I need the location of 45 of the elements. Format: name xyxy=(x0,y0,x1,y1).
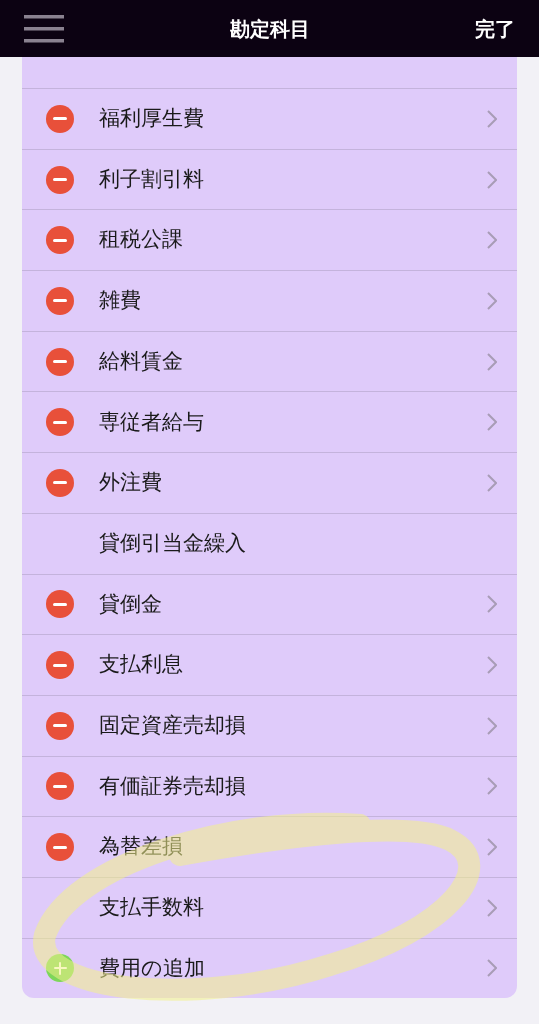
remove-icon[interactable] xyxy=(46,651,74,680)
list-row[interactable]: 支払手数料 xyxy=(22,876,517,938)
row-label: 支払手数料 xyxy=(99,894,205,922)
remove-icon[interactable] xyxy=(46,711,74,740)
row-label: 費用の追加 xyxy=(99,954,206,982)
done-button[interactable]: 完了 xyxy=(475,13,515,44)
list-row[interactable]: 福利厚生費 xyxy=(22,88,517,149)
row-label: 専従者給与 xyxy=(99,408,205,436)
menu-icon[interactable] xyxy=(24,14,64,43)
screen-title: 勘定科目 xyxy=(229,15,310,43)
list-row[interactable]: 利子割引料 xyxy=(22,148,517,210)
list-row[interactable]: 費用の追加 xyxy=(22,937,517,999)
list-row[interactable]: 為替差損 xyxy=(22,816,517,877)
list-row[interactable]: 専従者給与 xyxy=(22,391,517,453)
row-label: 福利厚生費 xyxy=(99,105,205,133)
list-row[interactable]: 固定資産売却損 xyxy=(22,694,517,756)
list-row[interactable]: 外注費 xyxy=(22,452,517,513)
row-label: 支払利息 xyxy=(99,651,184,679)
remove-icon[interactable] xyxy=(46,104,74,133)
row-label: 有価証券売却損 xyxy=(99,772,247,800)
list-row[interactable]: 雑費 xyxy=(22,270,517,331)
row-label: 利子割引料 xyxy=(99,165,205,193)
row-label: 貸倒引当金繰入 xyxy=(99,529,247,557)
row-label: 貸倒金 xyxy=(99,590,163,618)
row-label: 固定資産売却損 xyxy=(99,711,247,739)
list-row[interactable]: 貸倒金 xyxy=(22,573,517,635)
remove-icon[interactable] xyxy=(46,590,74,619)
row-label: 租税公課 xyxy=(99,226,184,254)
row-label: 外注費 xyxy=(99,469,163,497)
remove-icon[interactable] xyxy=(46,468,74,497)
row-label: 為替差損 xyxy=(99,833,184,861)
remove-icon[interactable] xyxy=(46,347,74,376)
list-row[interactable]: 給料賃金 xyxy=(22,330,517,392)
remove-icon[interactable] xyxy=(46,165,74,194)
list-row[interactable]: 租税公課 xyxy=(22,209,517,271)
remove-icon[interactable] xyxy=(46,772,74,801)
remove-icon[interactable] xyxy=(46,226,74,255)
remove-icon[interactable] xyxy=(46,286,74,315)
row-label: 給料賃金 xyxy=(99,347,184,375)
list-row[interactable]: 貸倒引当金繰入 xyxy=(22,512,517,574)
remove-icon[interactable] xyxy=(46,833,74,862)
list-row[interactable]: 支払利息 xyxy=(22,634,517,695)
row-label: 雑費 xyxy=(99,287,142,315)
remove-icon[interactable] xyxy=(46,408,74,437)
list-row[interactable]: 有価証券売却損 xyxy=(22,755,517,817)
